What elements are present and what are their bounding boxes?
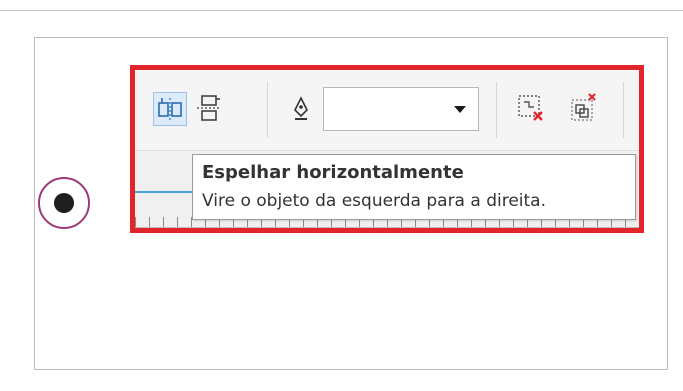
mirror-horizontal-icon <box>154 93 186 125</box>
tooltip-title: Espelhar horizontalmente <box>202 162 464 183</box>
property-bar <box>135 70 639 150</box>
toolbar-separator <box>267 82 268 138</box>
toolbar-separator <box>623 82 624 138</box>
clear-envelope-icon <box>515 92 549 124</box>
clear-transformations-button[interactable] <box>567 92 601 126</box>
outline-width-dropdown[interactable] <box>323 87 479 131</box>
tooltip-description: Vire o objeto da esquerda para a direita… <box>202 191 547 211</box>
radio-button[interactable] <box>38 177 90 229</box>
highlighted-screenshot: Espelhar horizontalmente Vire o objeto d… <box>130 65 644 233</box>
mirror-horizontal-button[interactable] <box>153 92 187 126</box>
chevron-down-icon[interactable] <box>454 106 466 113</box>
page: Espelhar horizontalmente Vire o objeto d… <box>0 0 683 391</box>
divider <box>0 10 683 11</box>
toolbar-separator <box>496 82 497 138</box>
radio-selected-dot <box>54 193 74 213</box>
outline-pen-icon <box>285 92 319 124</box>
clear-transformations-icon <box>567 92 601 124</box>
mirror-vertical-icon <box>193 92 227 124</box>
ruler-baseline <box>135 227 639 228</box>
clear-envelope-button[interactable] <box>515 92 549 126</box>
tooltip: Espelhar horizontalmente Vire o objeto d… <box>192 154 636 220</box>
ruler-accent-line <box>135 191 195 193</box>
outline-pen-button[interactable] <box>285 92 319 126</box>
mirror-vertical-button[interactable] <box>193 92 227 126</box>
